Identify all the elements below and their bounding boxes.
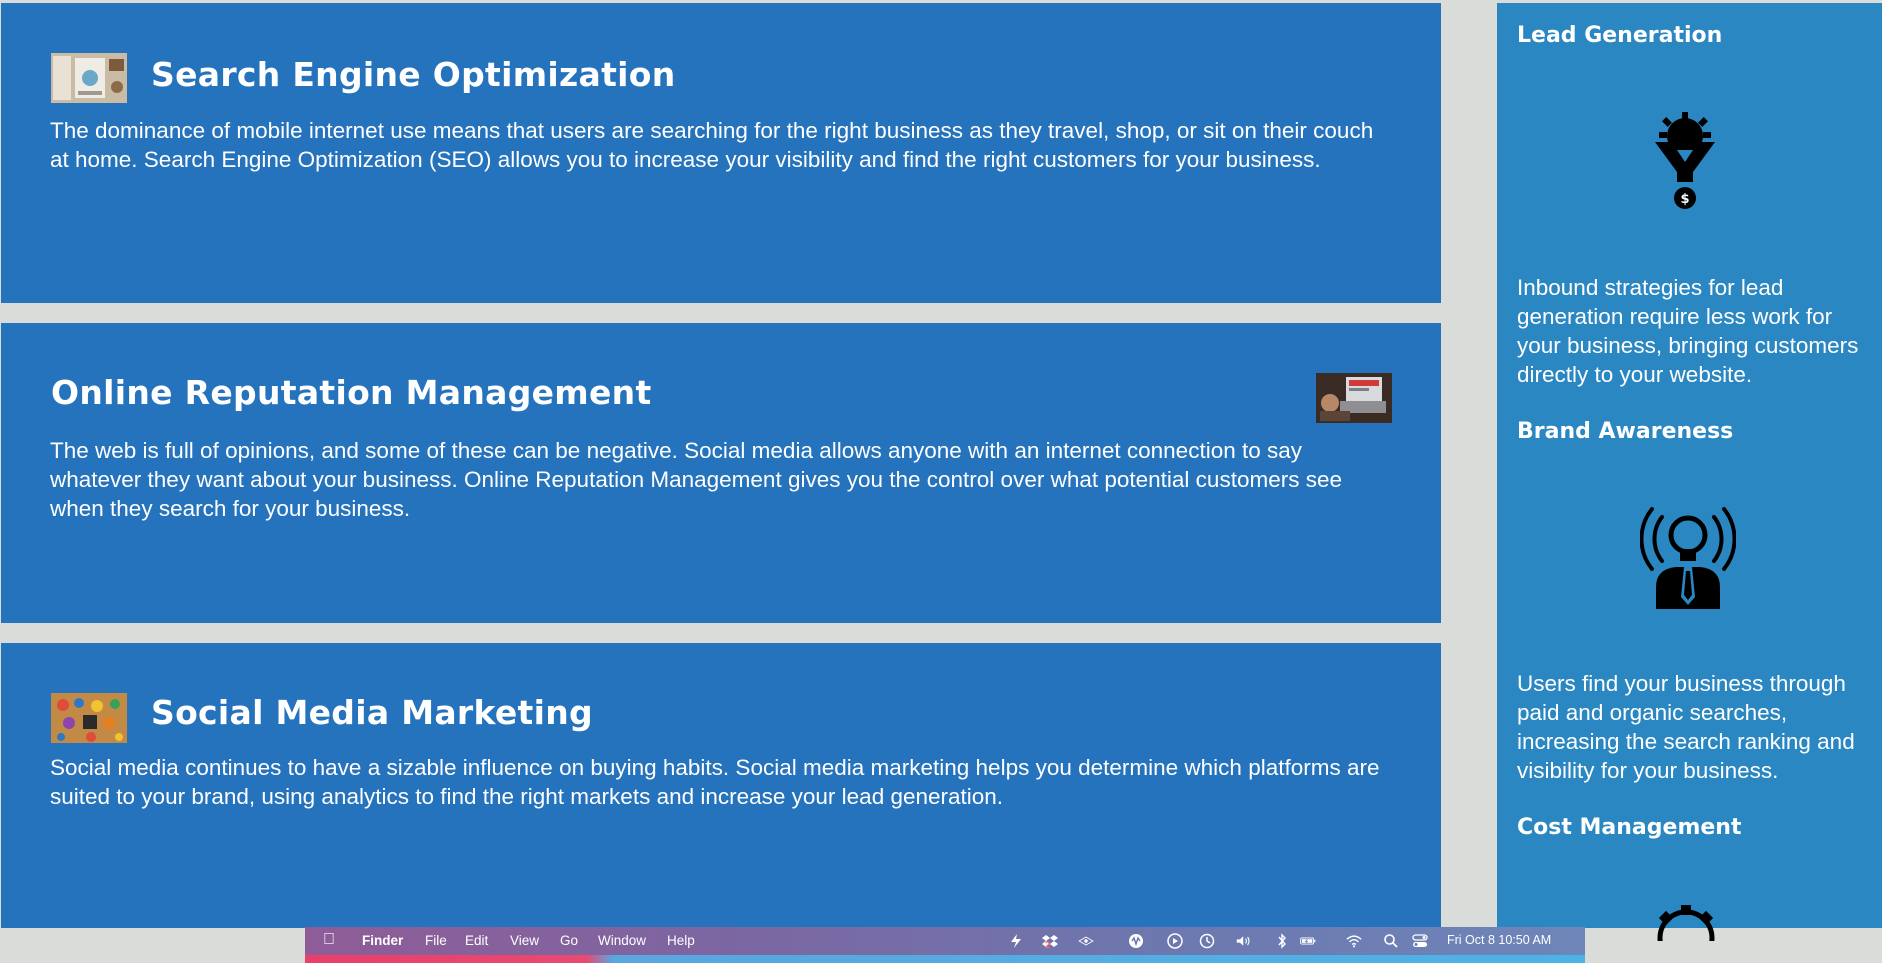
apple-menu-icon[interactable]:  [323, 931, 335, 949]
funnel-gear-dollar-icon: $ [1655, 110, 1715, 210]
lead-generation-text: Inbound strategies for lead generation r… [1517, 275, 1859, 387]
reputation-card: Online Reputation Management The web is … [1, 323, 1441, 623]
control-center-icon[interactable] [1412, 933, 1428, 949]
waveform-icon[interactable] [1128, 933, 1144, 949]
social-media-text: Social media continues to have a sizable… [50, 755, 1380, 809]
social-media-title: Social Media Marketing [151, 693, 593, 732]
time-machine-icon[interactable] [1199, 933, 1215, 949]
bolt-app-icon[interactable] [1008, 933, 1024, 949]
wifi-icon[interactable] [1346, 933, 1364, 949]
reputation-text: The web is full of opinions, and some of… [50, 438, 1342, 521]
play-icon[interactable] [1167, 933, 1183, 949]
menu-app-finder[interactable]: Finder [362, 933, 403, 948]
menu-help[interactable]: Help [667, 933, 695, 948]
brand-awareness-text: Users find your business through paid an… [1517, 671, 1855, 783]
reputation-title: Online Reputation Management [51, 373, 652, 412]
menu-file[interactable]: File [425, 933, 447, 948]
menu-window[interactable]: Window [598, 933, 646, 948]
services-sidebar: Lead Generation $ Inbound strategies for… [1497, 3, 1882, 941]
social-media-card: Social Media Marketing Social media cont… [1, 643, 1441, 928]
seo-title: Search Engine Optimization [151, 55, 676, 94]
svg-text:$: $ [1680, 192, 1689, 207]
menu-go[interactable]: Go [560, 933, 578, 948]
seo-card: Search Engine Optimization The dominance… [1, 3, 1441, 303]
spotlight-search-icon[interactable] [1383, 933, 1399, 949]
volume-icon[interactable] [1236, 933, 1256, 949]
dropbox-badge: 2 [1045, 940, 1051, 950]
cost-management-title: Cost Management [1517, 815, 1742, 840]
social-media-thumbnail-image [51, 693, 127, 743]
seo-thumbnail-image [51, 53, 127, 103]
menu-edit[interactable]: Edit [465, 933, 488, 948]
seo-text: The dominance of mobile internet use mea… [50, 118, 1374, 172]
menu-view[interactable]: View [510, 933, 539, 948]
lightbulb-head-broadcast-icon [1639, 505, 1737, 609]
bluetooth-icon[interactable] [1274, 933, 1286, 949]
vpn-diamond-icon[interactable] [1078, 933, 1106, 949]
macos-menu-bar:  Finder File Edit View Go Window Help 2… [305, 927, 1585, 955]
desktop-wallpaper-strip [305, 955, 1585, 963]
lead-generation-title: Lead Generation [1517, 23, 1723, 48]
reputation-thumbnail-image [1316, 373, 1392, 423]
gear-icon [1649, 901, 1723, 941]
menu-bar-clock[interactable]: Fri Oct 8 10:50 AM [1447, 933, 1551, 947]
brand-awareness-title: Brand Awareness [1517, 419, 1734, 444]
battery-icon[interactable] [1300, 933, 1326, 949]
